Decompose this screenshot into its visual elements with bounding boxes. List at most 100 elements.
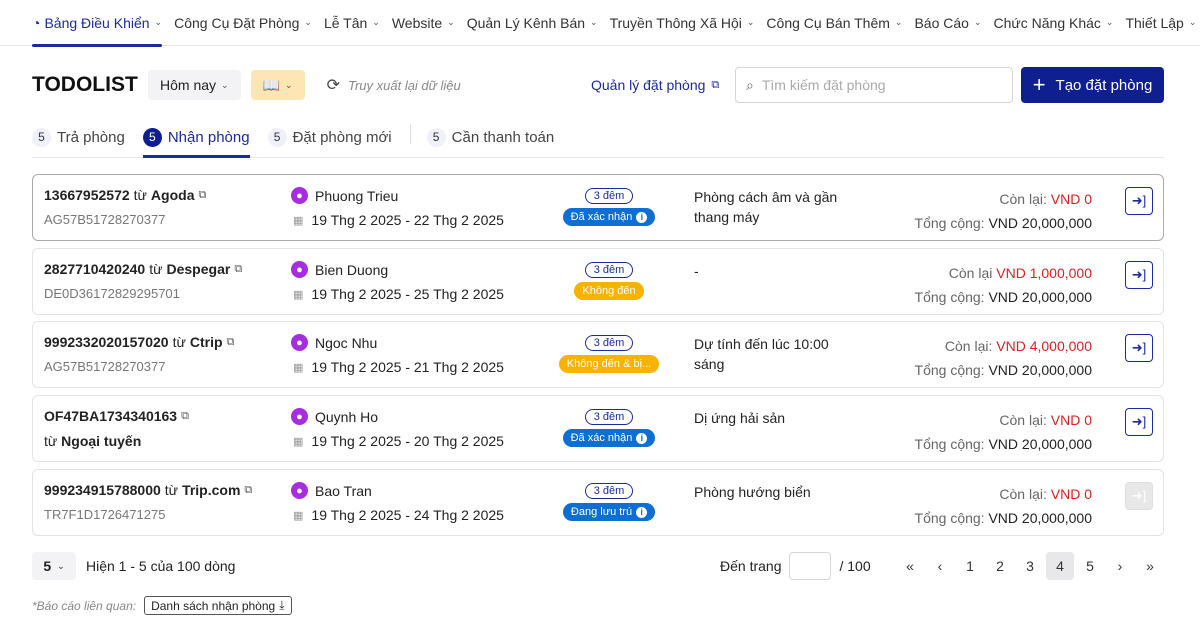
remaining-amount: VND 0 <box>1050 191 1092 207</box>
total-amount: VND 20,000,000 <box>988 289 1092 305</box>
page-button[interactable]: 4 <box>1046 552 1074 580</box>
nav-item[interactable]: Chức Năng Khác ⌄ <box>993 0 1113 46</box>
tab-label: Nhận phòng <box>167 128 250 146</box>
first-page-icon[interactable]: « <box>896 552 924 580</box>
from-label: từ <box>149 261 163 277</box>
status-badge: Đang lưu trú i <box>562 503 656 521</box>
info-icon[interactable]: i <box>636 506 648 518</box>
tab-count: 5 <box>142 127 162 147</box>
remaining-amount: VND 0 <box>1050 412 1092 428</box>
booking-row[interactable]: 13667952572 từ Agoda ⧉ AG57B51728270377 ●… <box>32 174 1164 241</box>
calendar-icon: ▦ <box>293 435 304 448</box>
report-button-label: Danh sách nhận phòng <box>151 598 276 613</box>
remaining-label: Còn lại <box>948 265 993 281</box>
date-filter-label: Hôm nay <box>160 77 217 93</box>
status-badge: Đã xác nhận i <box>562 429 656 447</box>
nav-item[interactable]: Truyền Thông Xã Hội ⌄ <box>610 0 755 46</box>
external-link-icon[interactable]: ⧉ <box>227 336 235 349</box>
checkin-button[interactable]: ➜] <box>1125 408 1153 436</box>
booking-row[interactable]: OF47BA1734340163 ⧉ từ Ngoại tuyến ● Quynh … <box>32 395 1164 462</box>
booking-row[interactable]: 9992332020157020 từ Ctrip ⧉ AG57B51728270… <box>32 321 1164 388</box>
total-label: Tổng cộng: <box>914 362 985 378</box>
tabs: 5 Trả phòng 5 Nhận phòng 5 Đặt phòng mới 5 Cần … <box>32 124 1164 158</box>
date-filter-dropdown[interactable]: Hôm nay ⌄ <box>148 70 241 100</box>
checkin-button[interactable]: ➜] <box>1125 482 1153 510</box>
search-input[interactable]: ⌕ Tìm kiếm đặt phòng <box>735 67 1013 103</box>
status-badge: Không đến & bị... <box>558 355 660 373</box>
prev-page-icon[interactable]: ‹ <box>926 552 954 580</box>
booking-note: Dự tính đến lúc 10:00 sáng <box>694 336 829 372</box>
stay-dates: ▦ 19 Thg 2 2025 - 25 Thg 2 2025 <box>293 286 504 302</box>
checkin-button[interactable]: ➜] <box>1125 187 1153 215</box>
search-placeholder: Tìm kiếm đặt phòng <box>761 77 886 93</box>
nav-item[interactable]: Báo Cáo ⌄ <box>914 0 981 46</box>
stay-dates: ▦ 19 Thg 2 2025 - 21 Thg 2 2025 <box>293 359 504 375</box>
tab-count: 5 <box>32 127 51 147</box>
tab[interactable]: 5 Cần thanh toán <box>426 124 554 150</box>
goto-page: Đến trang / 100 <box>720 552 871 580</box>
nav-item[interactable]: Website ⌄ <box>392 0 455 46</box>
booking-note: Phòng cách âm và gần thang máy <box>694 189 838 225</box>
nav-item[interactable]: Thiết Lập ⌄ <box>1125 0 1196 46</box>
page-button[interactable]: 2 <box>986 552 1014 580</box>
booking-note: - <box>694 263 699 279</box>
guest-name: Bien Duong <box>315 261 389 278</box>
info-icon[interactable]: i <box>636 432 648 444</box>
user-icon: ● <box>291 261 308 278</box>
external-link-icon[interactable]: ⧉ <box>244 484 252 497</box>
status-badge: Không đến <box>574 282 644 300</box>
booking-id[interactable]: 2827710420240 từ Despegar ⧉ <box>44 261 242 277</box>
last-page-icon[interactable]: » <box>1136 552 1164 580</box>
guest-name: Phuong Trieu <box>315 187 399 204</box>
tab[interactable]: 5 Trả phòng <box>32 124 125 150</box>
booking-ref: TR7F1D1726471275 <box>44 507 166 522</box>
refresh-button[interactable]: ⟳ Truy xuất lại dữ liệu <box>327 75 461 95</box>
page-size-select[interactable]: 5 ⌄ <box>32 552 76 580</box>
chevron-down-icon: ⌄ <box>1188 17 1197 27</box>
guest-name: Ngoc Nhu <box>315 334 378 351</box>
external-link-icon[interactable]: ⧉ <box>181 410 189 423</box>
info-icon[interactable]: i <box>636 211 648 223</box>
nav-item[interactable]: Công Cụ Đặt Phòng ⌄ <box>174 0 312 46</box>
nav-item-label: Công Cụ Đặt Phòng <box>174 14 300 31</box>
booking-id[interactable]: OF47BA1734340163 ⧉ <box>44 408 189 424</box>
manage-bookings-link[interactable]: Quản lý đặt phòng ⧉ <box>591 77 719 93</box>
amounts: Còn lại: VND 0 Tổng cộng: VND 20,000,000 <box>915 408 1092 456</box>
nav-item[interactable]: Công Cụ Bán Thêm ⌄ <box>766 0 902 46</box>
chevron-down-icon: ⌄ <box>447 17 455 27</box>
badges: 3 đêm Đã xác nhận i <box>548 188 670 226</box>
goto-page-input[interactable] <box>789 552 832 580</box>
booking-row[interactable]: 999234915788000 từ Trip.com ⧉ TR7F1D17264… <box>32 469 1164 536</box>
stay-dates: ▦ 19 Thg 2 2025 - 24 Thg 2 2025 <box>293 507 504 523</box>
status-label: Không đến & bị... <box>566 358 652 370</box>
next-page-icon[interactable]: › <box>1106 552 1134 580</box>
booking-row[interactable]: 2827710420240 từ Despegar ⧉ DE0D361728292… <box>32 248 1164 315</box>
checkin-button[interactable]: ➜] <box>1125 261 1153 289</box>
tab[interactable]: 5 Nhận phòng <box>142 124 250 158</box>
checkin-report-button[interactable]: Danh sách nhận phòng ⤓ <box>144 596 292 615</box>
book-filter-dropdown[interactable]: 📖 ⌄ <box>250 70 305 100</box>
chevron-down-icon: ⌄ <box>372 17 380 27</box>
nav-item[interactable]: Quản Lý Kênh Bán ⌄ <box>467 0 598 46</box>
tab-count: 5 <box>426 127 446 147</box>
remaining-amount: VND 1,000,000 <box>996 265 1092 281</box>
nav-item-label: Quản Lý Kênh Bán <box>466 14 586 31</box>
external-link-icon[interactable]: ⧉ <box>234 263 242 276</box>
page-buttons: «‹ 1 2 3 4 5 ›» <box>896 552 1164 580</box>
guest-name: Bao Tran <box>315 482 372 499</box>
checkin-button[interactable]: ➜] <box>1125 334 1153 362</box>
booking-id[interactable]: 13667952572 từ Agoda ⧉ <box>44 187 206 203</box>
guest: ● Bien Duong <box>291 261 388 278</box>
external-link-icon[interactable]: ⧉ <box>198 189 206 202</box>
booking-ref: AG57B51728270377 <box>44 212 166 227</box>
refresh-icon: ⟳ <box>326 77 340 94</box>
nav-item[interactable]: ◔ Bảng Điều Khiển ⌄ <box>32 0 163 47</box>
page-button[interactable]: 5 <box>1076 552 1104 580</box>
tab[interactable]: 5 Đặt phòng mới <box>267 124 392 150</box>
booking-id[interactable]: 999234915788000 từ Trip.com ⧉ <box>44 482 252 498</box>
create-booking-button[interactable]: + Tạo đặt phòng <box>1021 67 1164 103</box>
booking-id[interactable]: 9992332020157020 từ Ctrip ⧉ <box>44 334 234 350</box>
page-button[interactable]: 3 <box>1016 552 1044 580</box>
page-button[interactable]: 1 <box>956 552 984 580</box>
nav-item[interactable]: Lễ Tân ⌄ <box>324 0 380 46</box>
